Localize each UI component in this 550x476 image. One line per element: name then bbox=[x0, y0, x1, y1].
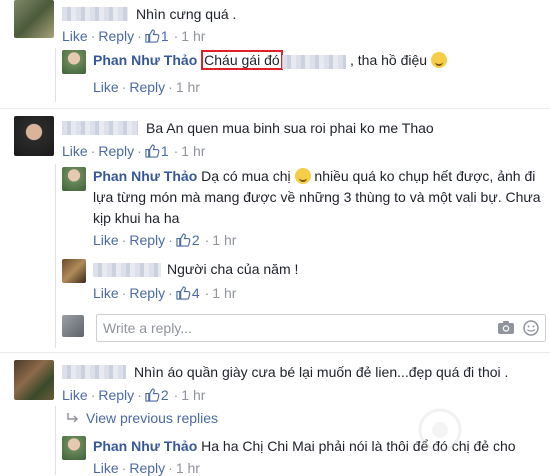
reply-text: Người cha của năm ! bbox=[167, 261, 299, 277]
commenter-name[interactable]: Phan Như Thảo bbox=[93, 52, 197, 68]
like-link[interactable]: Like bbox=[93, 232, 119, 248]
like-link[interactable]: Like bbox=[62, 143, 88, 159]
like-count[interactable]: 1 bbox=[161, 28, 169, 44]
reply-link[interactable]: Reply bbox=[98, 387, 134, 403]
timestamp[interactable]: 1 hr bbox=[176, 460, 200, 476]
reply-line: Phan Như Thảo Cháu gái đó bbox=[93, 50, 283, 70]
divider bbox=[0, 352, 550, 353]
view-previous-replies[interactable]: View previous replies bbox=[66, 410, 218, 428]
like-link[interactable]: Like bbox=[93, 285, 119, 301]
like-count[interactable]: 2 bbox=[161, 387, 169, 403]
comment-text: Nhìn áo quần giày cưa bé lại muốn đẻ lie… bbox=[134, 364, 509, 380]
like-link[interactable]: Like bbox=[93, 460, 119, 476]
like-count[interactable]: 2 bbox=[192, 232, 200, 248]
reply-input-placeholder: Write a reply... bbox=[103, 320, 192, 336]
thumbs-up-icon[interactable] bbox=[145, 387, 160, 405]
comment-actions: Like · Reply · 1 · 1 hr bbox=[62, 28, 206, 46]
reply-text-line-1: Phan Như Thảo Dạ có mua chị nhiều quá ko… bbox=[93, 168, 536, 184]
thread-line bbox=[55, 48, 56, 102]
thumbs-up-icon[interactable] bbox=[145, 28, 160, 46]
thread-line bbox=[55, 406, 56, 475]
thumbs-up-icon[interactable] bbox=[176, 285, 191, 303]
commenter-name[interactable]: Phan Như Thảo bbox=[93, 438, 197, 454]
thread-line bbox=[55, 164, 56, 348]
reply-text: , tha hồ điệu bbox=[350, 52, 447, 68]
comment-actions: Like · Reply · 1 hr bbox=[93, 460, 200, 476]
avatar[interactable] bbox=[62, 259, 86, 283]
comment-actions: Like · Reply · 1 · 1 hr bbox=[62, 143, 206, 161]
comment-actions: Like · Reply · 4 · 1 hr bbox=[93, 285, 237, 303]
like-link[interactable]: Like bbox=[62, 28, 88, 44]
reply-text-line-2: lựa từng món mà mang được về những 3 thù… bbox=[93, 189, 541, 205]
sticker-icon[interactable] bbox=[523, 320, 539, 339]
like-link[interactable]: Like bbox=[93, 79, 119, 95]
like-link[interactable]: Like bbox=[62, 387, 88, 403]
comment-text: Nhìn cưng quá . bbox=[136, 6, 237, 22]
watermark-logo bbox=[418, 408, 462, 452]
blurred-tag bbox=[282, 55, 346, 69]
comment-actions: Like · Reply · 1 hr bbox=[93, 79, 200, 95]
reply-link[interactable]: Reply bbox=[129, 460, 165, 476]
thumbs-up-icon[interactable] bbox=[176, 232, 191, 250]
reply-link[interactable]: Reply bbox=[129, 79, 165, 95]
avatar[interactable] bbox=[14, 116, 54, 156]
avatar[interactable] bbox=[62, 50, 86, 74]
like-count[interactable]: 1 bbox=[161, 143, 169, 159]
blurred-commenter-name bbox=[93, 263, 161, 277]
avatar[interactable] bbox=[62, 436, 86, 460]
thumbs-up-icon[interactable] bbox=[145, 143, 160, 161]
timestamp[interactable]: 1 hr bbox=[181, 387, 205, 403]
comment-text: Ba An quen mua binh sua roi phai ko me T… bbox=[146, 120, 434, 136]
reply-input[interactable]: Write a reply... bbox=[96, 314, 546, 342]
reply-link[interactable]: Reply bbox=[129, 285, 165, 301]
camera-icon[interactable] bbox=[497, 320, 515, 338]
avatar[interactable] bbox=[14, 360, 54, 400]
avatar[interactable] bbox=[14, 0, 54, 38]
comment-actions: Like · Reply · 2 · 1 hr bbox=[62, 387, 206, 405]
avatar bbox=[62, 315, 84, 337]
avatar[interactable] bbox=[62, 167, 86, 191]
laugh-emoji-icon bbox=[430, 52, 447, 68]
smile-emoji-icon bbox=[294, 168, 311, 184]
timestamp[interactable]: 1 hr bbox=[212, 285, 236, 301]
commenter-name[interactable]: Phan Như Thảo bbox=[93, 168, 197, 184]
blurred-commenter-name bbox=[62, 365, 126, 379]
like-count[interactable]: 4 bbox=[192, 285, 200, 301]
timestamp[interactable]: 1 hr bbox=[181, 28, 205, 44]
reply-text-line-3: kịp khui ha ha bbox=[93, 210, 180, 226]
reply-arrow-icon bbox=[66, 411, 80, 428]
divider bbox=[0, 108, 550, 109]
comment-actions: Like · Reply · 2 · 1 hr bbox=[93, 232, 237, 250]
reply-link[interactable]: Reply bbox=[98, 28, 134, 44]
blurred-commenter-name bbox=[62, 121, 138, 135]
timestamp[interactable]: 1 hr bbox=[212, 232, 236, 248]
timestamp[interactable]: 1 hr bbox=[176, 79, 200, 95]
reply-link[interactable]: Reply bbox=[129, 232, 165, 248]
highlighted-text: Cháu gái đó bbox=[201, 50, 283, 70]
blurred-commenter-name bbox=[62, 7, 128, 21]
reply-link[interactable]: Reply bbox=[98, 143, 134, 159]
timestamp[interactable]: 1 hr bbox=[181, 143, 205, 159]
